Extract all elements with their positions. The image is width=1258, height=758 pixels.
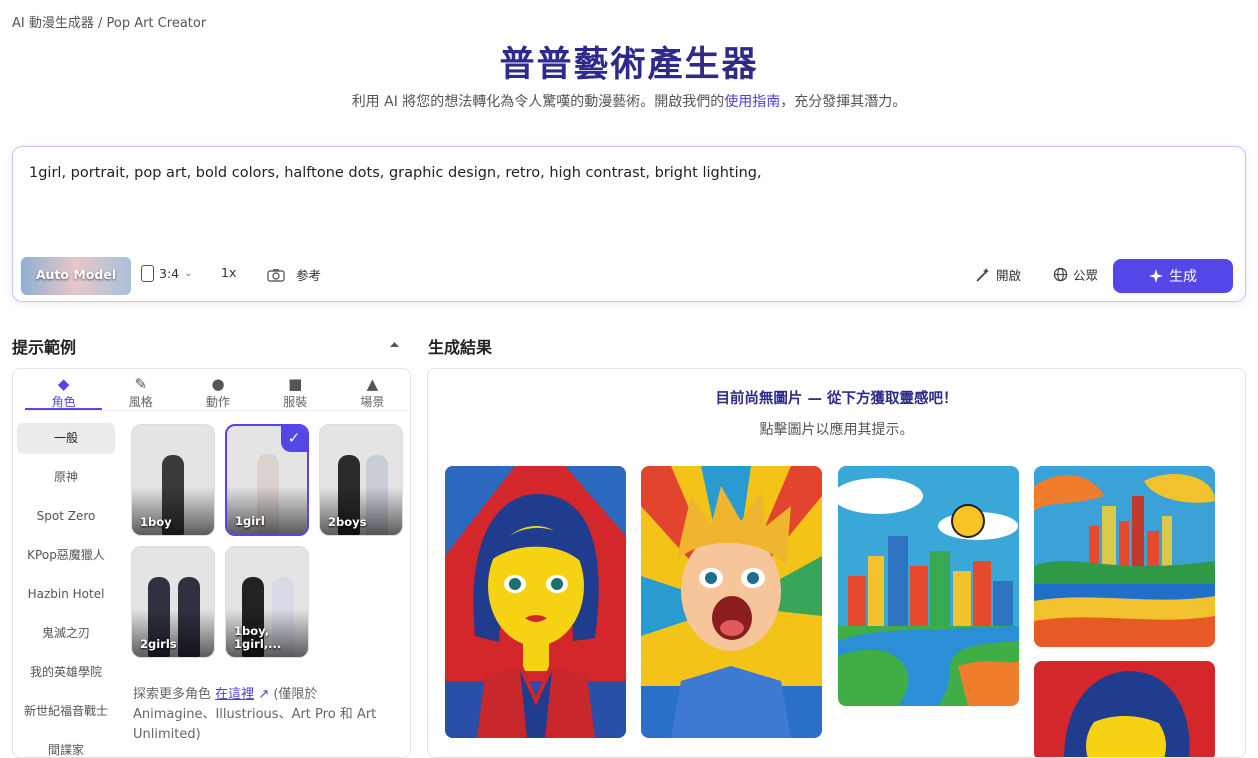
page-title: 普普藝術產生器: [499, 45, 759, 85]
public-label: 公眾: [1073, 268, 1099, 283]
explore-link[interactable]: 在這裡: [215, 687, 254, 702]
tab-label: 角色: [51, 395, 76, 409]
external-link-icon: ↗: [258, 687, 270, 702]
aspect-ratio-selector[interactable]: 3:4 ⌄: [141, 265, 193, 282]
category-item[interactable]: 我的英雄學院: [17, 657, 115, 688]
subtitle-text-end: ，充分發揮其潛力。: [780, 94, 907, 110]
guide-link[interactable]: 使用指南: [724, 94, 780, 110]
category-list: 一般 原神 Spot Zero KPop惡魔獵人 Hazbin Hotel 鬼滅…: [17, 423, 115, 757]
category-item[interactable]: 原神: [17, 462, 115, 493]
inspiration-image[interactable]: [1034, 466, 1215, 647]
tab-action[interactable]: ● 動作: [179, 373, 256, 410]
chevron-down-icon: ⌄: [184, 268, 193, 279]
tab-scene[interactable]: ▲ 場景: [334, 373, 410, 410]
examples-title: 提示範例: [12, 338, 77, 357]
mask-icon: ◆: [57, 375, 70, 393]
sparkle-icon: [1149, 269, 1163, 283]
example-tabs: ◆ 角色 ✎ 風格 ● 動作 ■ 服裝 ▲ 場景: [25, 373, 410, 411]
card-label: 1boy, 1girl,...: [234, 624, 282, 651]
globe-icon: [1053, 267, 1068, 282]
inspiration-image[interactable]: [445, 466, 626, 738]
results-empty-title: 目前尚無圖片 — 從下方獲取靈感吧！: [715, 391, 958, 407]
pop-art-portrait-image: [1034, 661, 1215, 757]
count-selector[interactable]: 1x: [221, 265, 236, 280]
open-label: 開啟: [996, 268, 1022, 283]
generate-label: 生成: [1169, 269, 1197, 285]
explore-text: 探索更多角色: [133, 687, 212, 702]
tab-label: 風格: [128, 395, 153, 409]
open-button[interactable]: 開啟: [975, 265, 1021, 284]
breadcrumb[interactable]: AI 動漫生成器 / Pop Art Creator: [12, 12, 206, 31]
category-item[interactable]: KPop惡魔獵人: [17, 540, 115, 571]
example-card[interactable]: 2girls: [131, 546, 215, 658]
person-icon: ●: [211, 375, 225, 393]
category-item[interactable]: Hazbin Hotel: [17, 579, 115, 610]
count-label: 1x: [221, 265, 237, 280]
prompt-box: 1girl, portrait, pop art, bold colors, h…: [12, 146, 1246, 302]
example-card[interactable]: 2boys: [319, 424, 403, 536]
reference-label: 参考: [296, 268, 322, 283]
example-card[interactable]: 1boy, 1girl,...: [225, 546, 309, 658]
pop-art-boy-image: [641, 466, 822, 738]
prompt-input[interactable]: 1girl, portrait, pop art, bold colors, h…: [29, 165, 762, 181]
results-panel: 目前尚無圖片 — 從下方獲取靈感吧！ 點擊圖片以應用其提示。: [427, 368, 1246, 758]
results-title: 生成結果: [428, 338, 493, 357]
camera-icon: [267, 268, 285, 282]
generate-button[interactable]: 生成: [1113, 259, 1233, 293]
pop-art-girl-image: [445, 466, 626, 738]
subtitle-text: 利用 AI 將您的想法轉化為令人驚嘆的動漫藝術。開啟我們的: [351, 94, 725, 110]
brush-icon: ✎: [134, 375, 148, 393]
card-label: 2boys: [328, 515, 367, 529]
card-label: 1girl: [235, 514, 265, 528]
card-label: 2girls: [140, 637, 177, 651]
category-item[interactable]: 新世紀福音戰士: [17, 696, 115, 727]
card-label: 1boy: [140, 515, 172, 529]
tab-label: 服裝: [283, 395, 308, 409]
public-toggle[interactable]: 公眾: [1053, 265, 1098, 284]
example-card[interactable]: 1boy: [131, 424, 215, 536]
tab-character[interactable]: ◆ 角色: [25, 373, 103, 410]
page-subtitle: 利用 AI 將您的想法轉化為令人驚嘆的動漫藝術。開啟我們的使用指南，充分發揮其潛…: [0, 91, 1258, 111]
category-item[interactable]: Spot Zero: [17, 501, 115, 532]
pop-art-landscape-image: [1034, 466, 1215, 647]
category-item[interactable]: 一般: [17, 423, 115, 454]
inspiration-image[interactable]: [641, 466, 822, 738]
check-icon: ✓: [281, 426, 307, 452]
tab-outfit[interactable]: ■ 服裝: [257, 373, 334, 410]
category-item[interactable]: 鬼滅之刃: [17, 618, 115, 649]
model-selector[interactable]: Auto Model: [21, 257, 131, 295]
model-label: Auto Model: [35, 267, 117, 282]
prompt-toolbar: Auto Model 3:4 ⌄ 1x 参考 開啟 公眾 生成: [21, 257, 1233, 295]
aspect-ratio-label: 3:4: [159, 266, 180, 281]
inspiration-image[interactable]: [1034, 661, 1215, 757]
category-item[interactable]: 間諜家: [17, 735, 115, 757]
examples-panel: ◆ 角色 ✎ 風格 ● 動作 ■ 服裝 ▲ 場景 一般 原神 Spot Zero KPop…: [12, 368, 411, 758]
reference-button[interactable]: 参考: [267, 265, 321, 284]
tab-label: 場景: [360, 395, 385, 409]
aspect-ratio-icon: [141, 265, 154, 282]
collapse-icon[interactable]: [389, 340, 400, 348]
shirt-icon: ■: [288, 375, 303, 393]
pop-art-city-image: [838, 466, 1019, 706]
inspiration-image[interactable]: [838, 466, 1019, 706]
example-card-selected[interactable]: 1girl ✓: [225, 424, 309, 536]
tab-label: 動作: [206, 395, 231, 409]
landscape-icon: ▲: [366, 375, 379, 393]
results-hint: 點擊圖片以應用其提示。: [759, 422, 914, 438]
explore-note: 探索更多角色 在這裡 ↗ (僅限於 Animagine、Illustrious、…: [133, 685, 393, 745]
magic-wand-icon: [976, 267, 989, 282]
tab-style[interactable]: ✎ 風格: [102, 373, 179, 410]
